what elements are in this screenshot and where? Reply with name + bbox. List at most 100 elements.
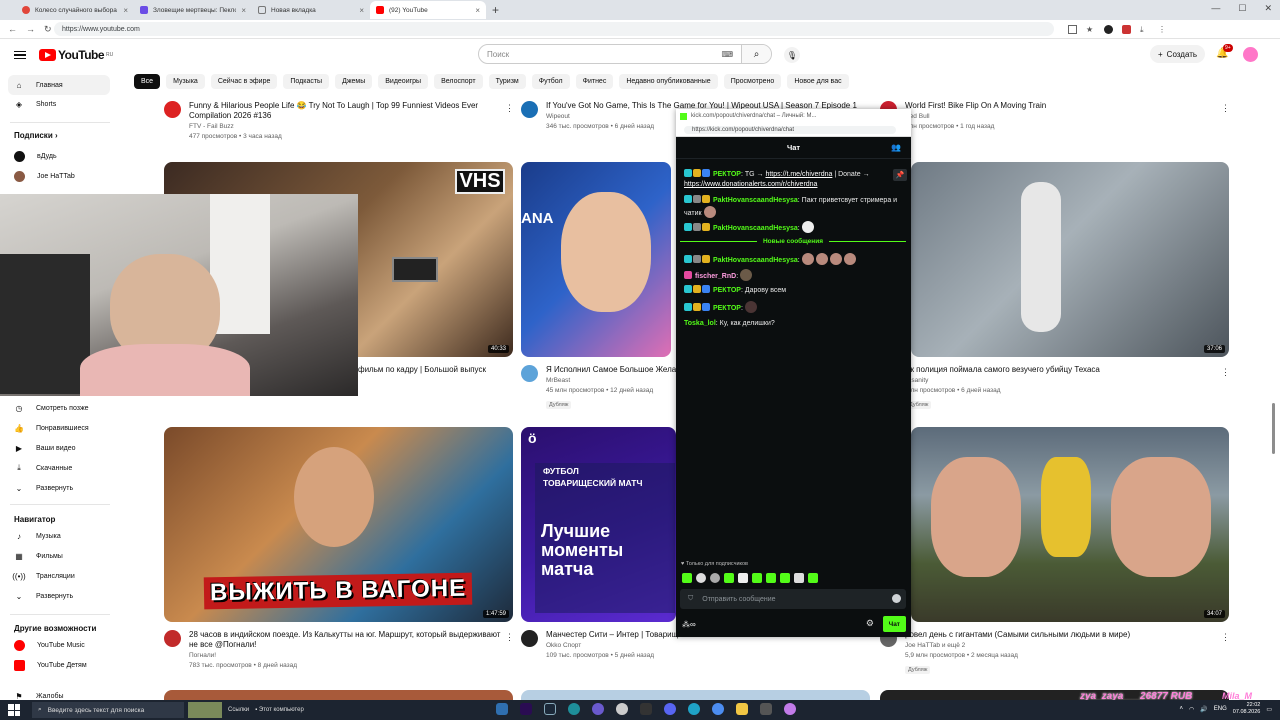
chip[interactable]: Подкасты <box>283 74 330 89</box>
app-icon[interactable] <box>760 703 772 715</box>
this-pc-toolbar[interactable]: ▪ Этот компьютер <box>255 707 304 713</box>
video-thumbnail[interactable] <box>521 690 870 700</box>
chat-username[interactable]: Toska_lol <box>684 320 716 327</box>
sidebar-item-music[interactable]: ♪ Музыка <box>8 526 110 546</box>
chat-username[interactable]: РЕКТОР <box>713 305 741 312</box>
sidebar-item-expand[interactable]: ⌄ Развернуть <box>8 478 110 498</box>
star-icon[interactable]: ★ <box>1086 25 1095 34</box>
maximize-icon[interactable]: ☐ <box>1238 3 1246 14</box>
sidebar-item-sub[interactable]: вДудь <box>8 146 110 166</box>
video-card[interactable]: World First! Bike Flip On A Moving Train… <box>880 101 1220 131</box>
channel-avatar[interactable] <box>521 630 538 647</box>
close-icon[interactable]: × <box>123 6 128 15</box>
channel-name[interactable]: Joe HaTTab и ещё 2 <box>905 641 1130 650</box>
premiere-icon[interactable] <box>520 703 532 715</box>
browser-tab[interactable]: Зловещие мертвецы: Пекло (202... × <box>134 1 252 19</box>
video-thumbnail[interactable] <box>164 690 513 700</box>
language-indicator[interactable]: ENG <box>1214 706 1227 712</box>
emote-button[interactable] <box>752 573 762 583</box>
browser-tab[interactable]: Новая вкладка × <box>252 1 370 19</box>
channel-avatar[interactable] <box>164 630 181 647</box>
sidebar-item-yt-kids[interactable]: YouTube Детям <box>8 655 110 675</box>
video-card[interactable]: 28 часов в индийском поезде. Из Калькутт… <box>164 630 504 670</box>
users-icon[interactable]: 👥 <box>891 143 901 152</box>
video-title[interactable]: ровел день с гигантами (Самыми сильными … <box>905 630 1130 640</box>
emote-button[interactable] <box>696 573 706 583</box>
video-thumbnail[interactable]: ANA <box>521 162 671 357</box>
url-field[interactable]: https://www.youtube.com <box>54 22 1054 36</box>
emoji-icon[interactable] <box>892 594 901 603</box>
emote-button[interactable] <box>710 573 720 583</box>
search-box[interactable]: Поиск ⌨ ⌕ <box>478 44 772 64</box>
chat-username[interactable]: РЕКТОР <box>713 287 741 294</box>
close-window-icon[interactable]: ✕ <box>1264 3 1272 14</box>
adblock-icon[interactable] <box>1122 24 1131 34</box>
close-icon[interactable]: × <box>475 6 480 15</box>
more-options-icon[interactable]: ⋮ <box>1221 367 1230 378</box>
chat-input[interactable]: ⛉ Отправить сообщение <box>680 589 906 609</box>
forward-icon[interactable]: → <box>26 24 35 35</box>
sidebar-item-shorts[interactable]: ◈ Shorts <box>8 94 110 114</box>
taskbar-search[interactable]: ⌕ Введите здесь текст для поиска <box>32 702 184 718</box>
channel-name[interactable]: Okko Спорт <box>546 641 685 650</box>
emote-button[interactable] <box>738 573 748 583</box>
sidebar-item-your-videos[interactable]: ▶ Ваши видео <box>8 438 110 458</box>
video-title[interactable]: Я Исполнил Самое Большое Жела... <box>546 365 683 375</box>
video-card[interactable]: ровел день с гигантами (Самыми сильными … <box>880 630 1216 674</box>
keyboard-icon[interactable]: ⌨ <box>721 50 733 59</box>
video-title[interactable]: Funny & Hilarious People Life 😂 Try Not … <box>189 101 509 121</box>
chevron-up-icon[interactable]: ˄ <box>1180 706 1184 712</box>
youtube-logo[interactable]: YouTube RU <box>39 48 113 62</box>
chip[interactable]: Футбол <box>531 74 570 89</box>
chat-username[interactable]: PaktHovanscaandHesysa <box>713 257 798 264</box>
reload-icon[interactable]: ↻ <box>44 24 52 35</box>
chip[interactable]: Фитнес <box>575 74 614 89</box>
channel-name[interactable]: Insanity <box>906 376 1100 385</box>
video-card[interactable]: Манчестер Сити – Интер | Товарищ... Okko… <box>521 630 685 660</box>
avatar[interactable] <box>1243 47 1258 62</box>
sidebar-item-home[interactable]: ⌂ Главная <box>8 75 110 95</box>
browser-tab-active[interactable]: (92) YouTube × <box>370 1 486 19</box>
video-thumbnail[interactable]: ВЫЖИТЬ В ВАГОНЕ 1:47:59 <box>164 427 513 622</box>
windows-start-icon[interactable] <box>8 704 20 716</box>
mic-icon[interactable]: 🎙 <box>784 47 800 63</box>
chat-username[interactable]: PaktHovanscaandHesysa <box>713 225 798 232</box>
channel-name[interactable]: MrBeast <box>546 376 683 385</box>
scrollbar-thumb[interactable] <box>1272 403 1275 454</box>
sidebar-item-expand[interactable]: ⌄ Развернуть <box>8 586 110 606</box>
chat-username[interactable]: РЕКТОР <box>713 171 741 178</box>
chat-url-bar[interactable]: https://kick.com/popout/chiverdna/chat <box>676 123 911 137</box>
more-options-icon[interactable]: ⋮ <box>1221 103 1230 114</box>
channel-name[interactable]: FTV - Fail Buzz <box>189 122 509 131</box>
explorer-icon[interactable] <box>736 703 748 715</box>
clock[interactable]: 22:02 07.08.2026 <box>1233 702 1261 716</box>
video-thumbnail[interactable]: 37:06 <box>911 162 1229 357</box>
app-icon[interactable] <box>568 703 580 715</box>
download-icon[interactable]: ⤓ <box>1140 25 1149 34</box>
links-toolbar[interactable]: Ссылки <box>228 707 249 713</box>
emote-button[interactable] <box>724 573 734 583</box>
video-card[interactable]: фильм по кадру | Большой выпуск <box>358 365 508 375</box>
emote-button[interactable] <box>682 573 692 583</box>
translate-icon[interactable] <box>1068 24 1077 34</box>
create-button[interactable]: + Создать <box>1150 45 1206 63</box>
video-thumbnail[interactable]: ö ФУТБОЛ ТОВАРИЩЕСКИЙ МАТЧ Лучшие момент… <box>521 427 676 622</box>
minimize-icon[interactable]: — <box>1211 3 1220 14</box>
emote-button[interactable] <box>780 573 790 583</box>
channel-name[interactable]: Погнали! <box>189 651 504 660</box>
chat-link[interactable]: https://www.donationalerts.com/r/chiverd… <box>684 181 817 188</box>
sidebar-item-live[interactable]: ((•)) Трансляции <box>8 566 110 586</box>
sidebar-item-sub[interactable]: Joe HaTTab <box>8 166 110 186</box>
video-card[interactable]: Я Исполнил Самое Большое Жела... MrBeast… <box>521 365 683 409</box>
chip[interactable]: Просмотрено <box>723 74 782 89</box>
browser-tab[interactable]: Колесо случайного выбора – Ра... × <box>16 1 134 19</box>
subscriptions-header[interactable]: Подписки › <box>14 131 58 140</box>
edge-icon[interactable] <box>688 703 700 715</box>
discord-icon[interactable] <box>664 703 676 715</box>
settings-icon[interactable] <box>616 703 628 715</box>
app-icon[interactable] <box>640 703 652 715</box>
chip[interactable]: Сейчас в эфире <box>210 74 278 89</box>
back-icon[interactable]: ← <box>8 24 17 35</box>
channel-avatar[interactable] <box>521 365 538 382</box>
close-icon[interactable]: × <box>241 6 246 15</box>
